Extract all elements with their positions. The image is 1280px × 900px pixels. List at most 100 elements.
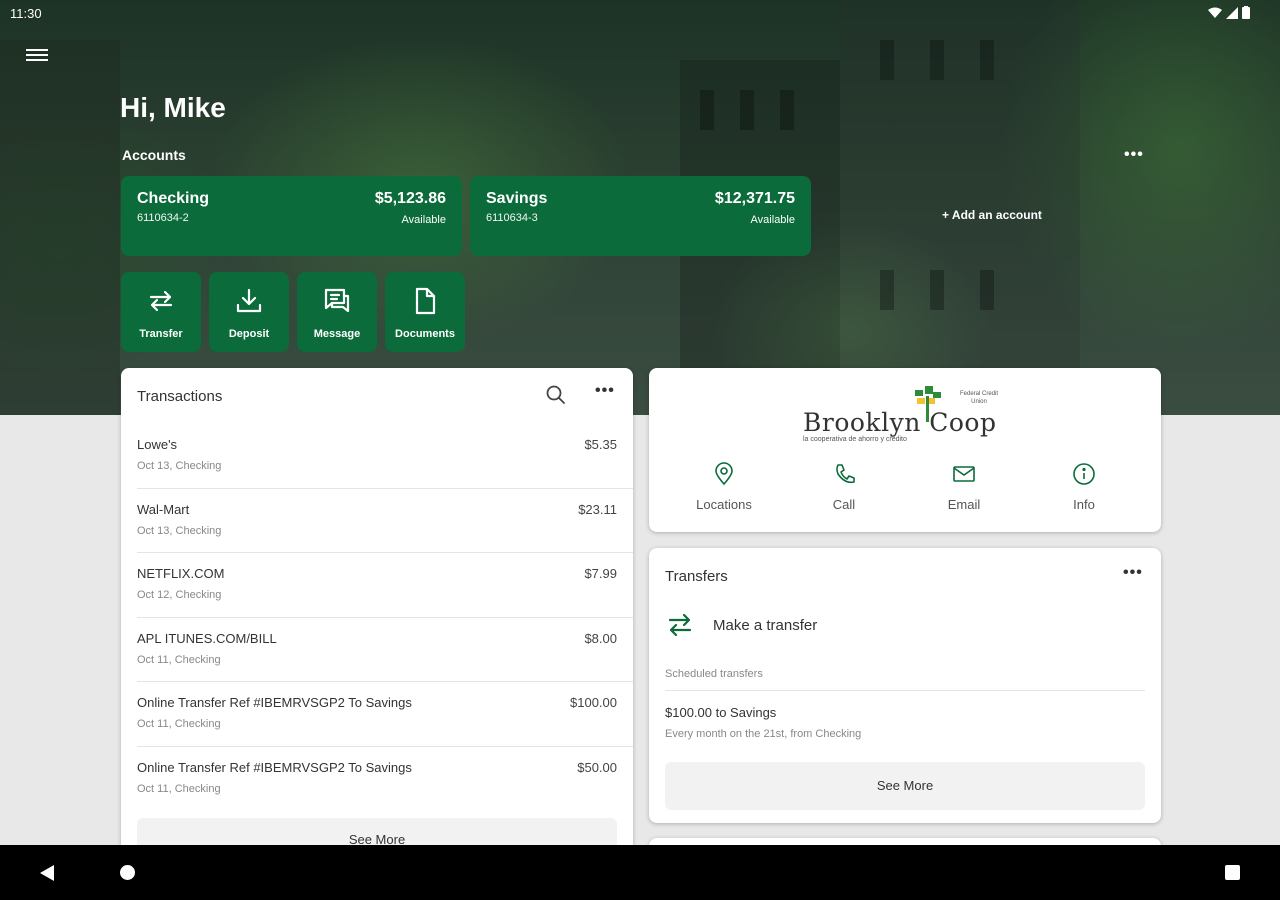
background-window — [930, 270, 944, 310]
transaction-row[interactable]: Lowe's Oct 13, Checking $5.35 — [137, 424, 633, 489]
call-label: Call — [832, 497, 856, 512]
transaction-amount: $5.35 — [584, 437, 617, 452]
account-balance: $5,123.86 — [374, 190, 446, 207]
message-button[interactable]: Message — [297, 272, 377, 352]
account-balance: $12,371.75 — [714, 190, 795, 207]
documents-label: Documents — [395, 328, 455, 340]
background-building — [0, 40, 120, 415]
transaction-row[interactable]: Wal-Mart Oct 13, Checking $23.11 — [137, 489, 633, 554]
accounts-heading: Accounts — [122, 147, 186, 163]
transfer-label: Transfer — [139, 328, 183, 340]
deposit-label: Deposit — [228, 328, 270, 340]
background-window — [980, 40, 994, 80]
background-window — [740, 90, 754, 130]
message-icon — [324, 288, 350, 313]
logo-tagline: la cooperativa de ahorro y crédito — [803, 436, 907, 443]
divider — [665, 690, 1145, 691]
transactions-card: Transactions ••• Lowe's Oct 13, Checking… — [121, 368, 633, 868]
available-label: Available — [750, 214, 795, 226]
background-window — [780, 90, 794, 130]
deposit-button[interactable]: Deposit — [209, 272, 289, 352]
transaction-row[interactable]: Online Transfer Ref #IBEMRVSGP2 To Savin… — [137, 682, 633, 747]
account-number: 6110634-2 — [137, 212, 189, 224]
transfers-more-button[interactable]: ••• — [1123, 564, 1143, 582]
locations-button[interactable]: Locations — [664, 462, 784, 512]
status-bar: 11:30 — [0, 0, 1280, 26]
scheduled-transfer-item[interactable]: $100.00 to Savings Every month on the 21… — [665, 705, 861, 740]
transaction-meta: Oct 12, Checking — [137, 589, 222, 602]
transfer-button[interactable]: Transfer — [121, 272, 201, 352]
wifi-icon — [1208, 7, 1222, 18]
info-label: Info — [1073, 497, 1095, 512]
transactions-list: Lowe's Oct 13, Checking $5.35 Wal-Mart O… — [121, 424, 633, 812]
transaction-name: Online Transfer Ref #IBEMRVSGP2 To Savin… — [137, 759, 412, 775]
document-icon — [415, 287, 436, 315]
accounts-more-button[interactable]: ••• — [1124, 146, 1144, 164]
transactions-title: Transactions — [137, 388, 223, 405]
transfer-icon — [668, 613, 692, 637]
email-icon — [953, 466, 975, 482]
scheduled-transfers-heading: Scheduled transfers — [665, 668, 763, 680]
transaction-name: APL ITUNES.COM/BILL — [137, 630, 277, 646]
back-icon[interactable] — [40, 865, 54, 881]
account-card-checking[interactable]: Checking 6110634-2 $5,123.86 Available — [121, 176, 462, 256]
background-window — [930, 40, 944, 80]
credit-union-actions: Locations Call Email Info — [649, 462, 1161, 512]
call-button[interactable]: Call — [784, 462, 904, 512]
available-label: Available — [401, 214, 446, 226]
add-account-button[interactable]: + Add an account — [942, 208, 1042, 222]
transfers-card: Transfers ••• Make a transfer Scheduled … — [649, 548, 1161, 823]
status-icons — [1208, 6, 1250, 19]
background-window — [980, 270, 994, 310]
transactions-more-button[interactable]: ••• — [595, 382, 615, 400]
info-button[interactable]: Info — [1024, 462, 1144, 512]
battery-icon — [1242, 6, 1250, 19]
transaction-amount: $100.00 — [570, 695, 617, 711]
logo-subtitle: Federal Credit Union — [959, 391, 998, 405]
transaction-meta: Oct 11, Checking — [137, 718, 221, 731]
transaction-meta: Oct 13, Checking — [137, 524, 222, 537]
account-number: 6110634-3 — [486, 212, 538, 224]
transaction-name: Lowe's — [137, 437, 178, 452]
credit-union-card: Brooklyn Coop Federal Credit Union la co… — [649, 368, 1161, 532]
scheduled-transfer-detail: Every month on the 21st, from Checking — [665, 728, 862, 740]
system-nav-bar — [0, 845, 1280, 900]
transaction-name: Wal-Mart — [137, 501, 190, 517]
search-icon[interactable] — [545, 384, 567, 406]
info-icon — [1073, 463, 1095, 485]
transaction-meta: Oct 11, Checking — [137, 653, 221, 666]
locations-label: Locations — [696, 497, 752, 512]
transfers-see-more-button[interactable]: See More — [665, 762, 1145, 810]
background-window — [880, 270, 894, 310]
account-card-savings[interactable]: Savings 6110634-3 $12,371.75 Available — [470, 176, 811, 256]
transfers-title: Transfers — [665, 568, 728, 585]
location-pin-icon — [715, 462, 733, 486]
transaction-name: Online Transfer Ref #IBEMRVSGP2 To Savin… — [137, 695, 412, 711]
background-window — [700, 90, 714, 130]
home-icon[interactable] — [120, 865, 135, 880]
logo-wordmark: Brooklyn Coop — [803, 408, 997, 437]
greeting-title: Hi, Mike — [120, 92, 226, 123]
transaction-name: NETFLIX.COM — [137, 566, 225, 582]
transaction-amount: $8.00 — [584, 630, 617, 646]
make-transfer-button[interactable]: Make a transfer — [665, 610, 817, 640]
background-window — [880, 40, 894, 80]
recent-apps-icon[interactable] — [1225, 865, 1240, 880]
phone-icon — [836, 464, 855, 484]
transfer-icon — [149, 290, 173, 312]
transaction-row[interactable]: APL ITUNES.COM/BILL Oct 11, Checking $8.… — [137, 618, 633, 683]
signal-icon — [1226, 6, 1238, 19]
make-transfer-label: Make a transfer — [713, 616, 818, 634]
download-icon — [236, 288, 262, 313]
transaction-row[interactable]: NETFLIX.COM Oct 12, Checking $7.99 — [137, 553, 633, 618]
scheduled-transfer-title: $100.00 to Savings — [665, 705, 777, 720]
transaction-amount: $7.99 — [584, 566, 617, 582]
transaction-amount: $50.00 — [577, 759, 617, 775]
documents-button[interactable]: Documents — [385, 272, 465, 352]
transaction-meta: Oct 11, Checking — [137, 782, 221, 795]
hamburger-menu-icon[interactable] — [26, 46, 48, 66]
email-button[interactable]: Email — [904, 462, 1024, 512]
transaction-row[interactable]: Online Transfer Ref #IBEMRVSGP2 To Savin… — [137, 747, 633, 812]
transaction-meta: Oct 13, Checking — [137, 460, 222, 472]
message-label: Message — [313, 328, 361, 340]
